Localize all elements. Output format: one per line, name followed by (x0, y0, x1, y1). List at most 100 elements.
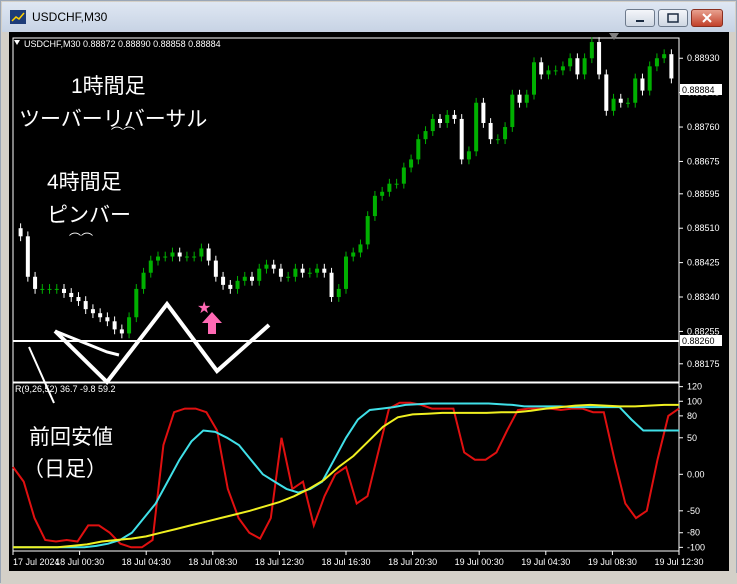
candle-body (192, 256, 197, 258)
candle-body (177, 252, 182, 257)
candle-body (654, 58, 659, 67)
candle-body (134, 288, 139, 318)
candle-body (250, 276, 254, 281)
main-y-tick-label: 0.88175 (687, 359, 720, 369)
maximize-button[interactable] (658, 9, 688, 27)
candle-body (546, 70, 551, 75)
candle-body (62, 288, 66, 293)
candle-body (510, 94, 515, 128)
symbol-info: USDCHF,M30 0.88872 0.88890 0.88858 0.888… (24, 39, 221, 49)
chart-app-icon (10, 10, 26, 24)
time-tick-label: 19 Jul 00:30 (455, 557, 504, 567)
candle-body (221, 276, 226, 285)
candle-body (380, 191, 385, 196)
candle-body (148, 260, 153, 273)
candle-body (575, 58, 580, 75)
star-icon: ★ (197, 300, 211, 317)
candle-body (141, 272, 146, 289)
candle-body (98, 313, 103, 318)
candle-body (358, 244, 363, 253)
main-y-tick-label: 0.88255 (687, 326, 720, 336)
candle-body (568, 58, 573, 67)
candle-body (459, 118, 464, 160)
candle-body (517, 94, 522, 103)
candle-body (387, 183, 392, 192)
candle-body (199, 248, 204, 257)
candle-body (438, 118, 442, 123)
minimize-button[interactable] (625, 9, 655, 27)
main-y-tick-label: 0.88760 (687, 122, 720, 132)
maximize-icon (667, 13, 679, 23)
indicator-info: R(9,26,52) 36.7 -9.8 59.2 (15, 384, 116, 394)
indicator-y-tick-label: -100 (687, 542, 705, 552)
candle-body (604, 74, 609, 111)
candle-body (264, 264, 269, 269)
candle-body (503, 127, 508, 140)
candle-body (618, 98, 623, 103)
candle-body (445, 114, 450, 123)
time-tick-label: 19 Jul 04:30 (521, 557, 570, 567)
time-tick-label: 18 Jul 00:30 (55, 557, 104, 567)
candle-body (286, 276, 291, 278)
indicator-y-axis: 120 100 80 50 0.00 -50 -80 -100 (679, 382, 705, 552)
candle-body (430, 118, 435, 132)
indicator-y-tick-label: 50 (687, 433, 697, 443)
time-tick-label: 19 Jul 12:30 (654, 557, 703, 567)
indicator-y-tick-label: -80 (687, 528, 700, 538)
shift-marker-icon[interactable] (609, 33, 619, 40)
time-tick-label: 18 Jul 16:30 (321, 557, 370, 567)
candle-body (47, 288, 52, 290)
symbol-dropdown-icon[interactable] (14, 40, 20, 45)
status-bar (1, 573, 737, 584)
main-y-tick-label: 0.88675 (687, 156, 720, 166)
indicator-y-tick-label: 100 (687, 396, 702, 406)
close-icon (702, 13, 712, 23)
candle-body (90, 309, 95, 314)
candle-body (257, 268, 262, 281)
candle-body (553, 70, 558, 72)
candle-body (40, 288, 45, 290)
minimize-icon (636, 20, 644, 22)
candle-body (278, 268, 283, 277)
candle-body (589, 42, 594, 59)
title-bar[interactable]: USDCHF,M30 (2, 2, 735, 32)
candle-body (127, 317, 132, 334)
main-y-tick-label: 0.88595 (687, 189, 720, 199)
candle-body (322, 268, 327, 273)
annotation-pin-bar: ピンバー (47, 204, 131, 227)
candle-body (524, 94, 529, 103)
indicator-y-tick-label: 0.00 (687, 469, 705, 479)
candle-body (452, 114, 457, 119)
indicator-y-tick-label: 80 (687, 411, 697, 421)
time-tick-label: 18 Jul 12:30 (255, 557, 304, 567)
chart-area[interactable]: USDCHF,M30 0.88872 0.88890 0.88858 0.888… (9, 32, 729, 571)
candle-body (206, 248, 211, 261)
candle-body (163, 256, 168, 258)
support-price-label: 0.88260 (682, 336, 715, 346)
annotation-4h: 4時間足 (47, 171, 122, 194)
pin-bar-bracket: ⌒⌒ (69, 232, 93, 246)
candle-body (170, 252, 175, 257)
main-y-tick-label: 0.88510 (687, 223, 720, 233)
chart-window: USDCHF,M30 USDCHF,M30 0.88872 0.88890 0.… (0, 0, 737, 584)
candle-body (539, 62, 544, 75)
candle-body (235, 280, 240, 289)
candle-body (33, 276, 38, 289)
candle-body (640, 78, 645, 91)
time-tick-label: 18 Jul 04:30 (122, 557, 171, 567)
candle-body (401, 167, 406, 184)
candle-body (271, 264, 276, 269)
candle-body (474, 102, 479, 152)
candle-body (112, 321, 117, 330)
indicator-y-tick-label: -50 (687, 506, 700, 516)
close-button[interactable] (691, 9, 723, 27)
candle-body (394, 183, 399, 185)
indicator-series-line (12, 401, 680, 549)
main-y-tick-label: 0.88340 (687, 292, 720, 302)
chart-svg[interactable]: USDCHF,M30 0.88872 0.88890 0.88858 0.888… (9, 32, 729, 571)
candle-body (409, 159, 414, 168)
candle-body (481, 102, 486, 123)
main-y-tick-label: 0.88930 (687, 53, 720, 63)
main-y-axis: 0.889300.888450.887600.886750.885950.885… (679, 53, 720, 369)
candle-body (488, 122, 493, 140)
